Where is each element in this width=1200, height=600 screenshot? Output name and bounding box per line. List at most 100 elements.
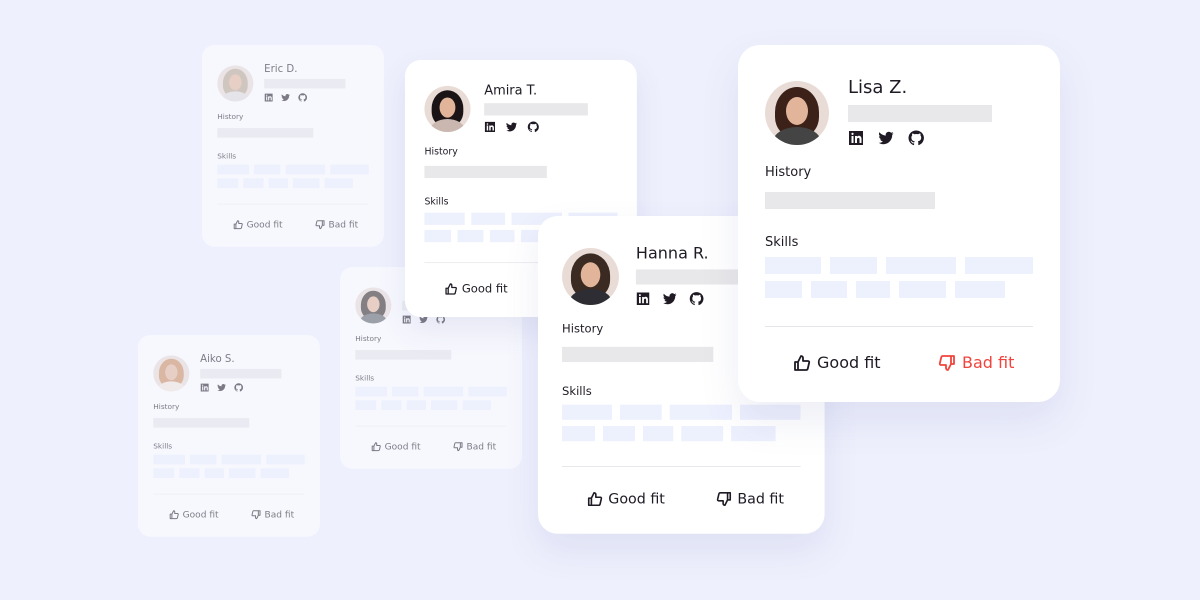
good-fit-button[interactable]: Good fit: [169, 509, 219, 520]
bad-fit-button[interactable]: Bad fit: [453, 441, 496, 452]
title-placeholder: [484, 103, 588, 116]
candidate-card-aiko: Aiko S. History Skills Good fit Bad fit: [138, 335, 320, 537]
candidate-name: Aiko S.: [200, 353, 235, 365]
candidate-name: Eric D.: [264, 63, 298, 75]
thumbs-down-icon: [453, 441, 463, 451]
avatar: [153, 355, 190, 392]
title-placeholder: [848, 105, 992, 122]
avatar: [424, 85, 471, 132]
skills-row: [765, 281, 1005, 298]
skills-row: [562, 426, 776, 442]
history-placeholder: [217, 128, 314, 138]
divider: [765, 326, 1033, 327]
history-placeholder: [562, 346, 714, 362]
history-label: History: [562, 322, 604, 337]
twitter-icon[interactable]: [281, 93, 290, 102]
skills-label: Skills: [562, 385, 592, 399]
good-fit-label: Good fit: [817, 353, 881, 372]
linkedin-icon[interactable]: [636, 292, 650, 306]
divider: [355, 425, 507, 427]
github-icon[interactable]: [298, 93, 308, 102]
twitter-icon[interactable]: [506, 121, 518, 133]
history-label: History: [217, 112, 244, 122]
skills-label: Skills: [153, 442, 173, 451]
history-label: History: [153, 402, 180, 412]
avatar: [217, 65, 254, 102]
avatar: [355, 287, 392, 324]
skills-label: Skills: [355, 374, 375, 383]
good-fit-button[interactable]: Good fit: [587, 490, 665, 507]
skills-row: [562, 404, 801, 420]
thumbs-up-icon: [794, 354, 811, 371]
skills-row: [765, 257, 1033, 274]
bad-fit-label: Bad fit: [466, 441, 497, 452]
good-fit-label: Good fit: [182, 509, 219, 520]
candidate-name: Hanna R.: [635, 244, 709, 264]
candidate-card-lisa: Lisa Z. History Skills Good fit Bad fit: [738, 45, 1060, 402]
github-icon[interactable]: [234, 383, 244, 392]
history-placeholder: [765, 192, 935, 209]
divider: [217, 203, 369, 205]
thumbs-up-icon: [445, 282, 457, 295]
thumbs-up-icon: [233, 219, 243, 229]
divider: [562, 466, 801, 467]
linkedin-icon[interactable]: [848, 130, 864, 146]
good-fit-label: Good fit: [384, 441, 421, 452]
github-icon[interactable]: [527, 121, 539, 133]
candidate-name: Lisa Z.: [848, 77, 908, 98]
bad-fit-button[interactable]: Bad fit: [938, 353, 1014, 372]
history-label: History: [355, 334, 382, 344]
bad-fit-label: Bad fit: [962, 353, 1015, 372]
good-fit-button[interactable]: Good fit: [371, 441, 421, 452]
candidate-name: Amira T.: [484, 83, 538, 99]
linkedin-icon[interactable]: [484, 121, 496, 133]
twitter-icon[interactable]: [878, 130, 894, 146]
history-label: History: [424, 146, 458, 158]
linkedin-icon[interactable]: [200, 383, 209, 392]
thumbs-up-icon: [371, 441, 381, 451]
history-label: History: [765, 165, 812, 180]
skills-label: Skills: [424, 196, 449, 208]
bad-fit-button[interactable]: Bad fit: [716, 490, 784, 507]
title-placeholder: [264, 78, 346, 89]
twitter-icon[interactable]: [217, 383, 226, 392]
good-fit-button[interactable]: Good fit: [793, 353, 881, 372]
good-fit-label: Good fit: [246, 219, 283, 230]
candidate-card-eric: Eric D. History Skills Good fit Bad fit: [202, 45, 384, 247]
twitter-icon[interactable]: [663, 292, 677, 306]
bad-fit-label: Bad fit: [737, 490, 784, 508]
good-fit-button[interactable]: Good fit: [233, 219, 283, 230]
thumbs-up-icon: [169, 509, 179, 519]
bad-fit-label: Bad fit: [264, 509, 295, 520]
divider: [153, 493, 305, 495]
history-placeholder: [153, 418, 250, 428]
skills-row: [217, 164, 369, 175]
skills-row: [153, 454, 305, 465]
bad-fit-button[interactable]: Bad fit: [251, 509, 294, 520]
good-fit-label: Good fit: [608, 490, 665, 508]
thumbs-down-icon: [251, 509, 261, 519]
skills-row: [355, 386, 507, 397]
linkedin-icon[interactable]: [264, 93, 273, 102]
skills-row: [355, 400, 491, 410]
skills-row: [217, 178, 353, 188]
thumbs-down-icon: [938, 354, 955, 371]
github-icon[interactable]: [908, 130, 924, 146]
thumbs-down-icon: [716, 491, 732, 506]
history-placeholder: [424, 165, 547, 179]
thumbs-down-icon: [315, 219, 325, 229]
thumbs-up-icon: [587, 491, 603, 506]
bad-fit-label: Bad fit: [328, 219, 359, 230]
github-icon[interactable]: [689, 292, 704, 306]
linkedin-icon[interactable]: [402, 315, 411, 324]
history-placeholder: [355, 350, 452, 360]
bad-fit-button[interactable]: Bad fit: [315, 219, 358, 230]
skills-row: [153, 468, 289, 478]
skills-label: Skills: [217, 152, 237, 161]
good-fit-label: Good fit: [461, 281, 508, 296]
title-placeholder: [200, 368, 282, 379]
skills-label: Skills: [765, 235, 799, 250]
good-fit-button[interactable]: Good fit: [445, 281, 508, 296]
avatar: [765, 81, 829, 145]
avatar: [562, 248, 619, 305]
